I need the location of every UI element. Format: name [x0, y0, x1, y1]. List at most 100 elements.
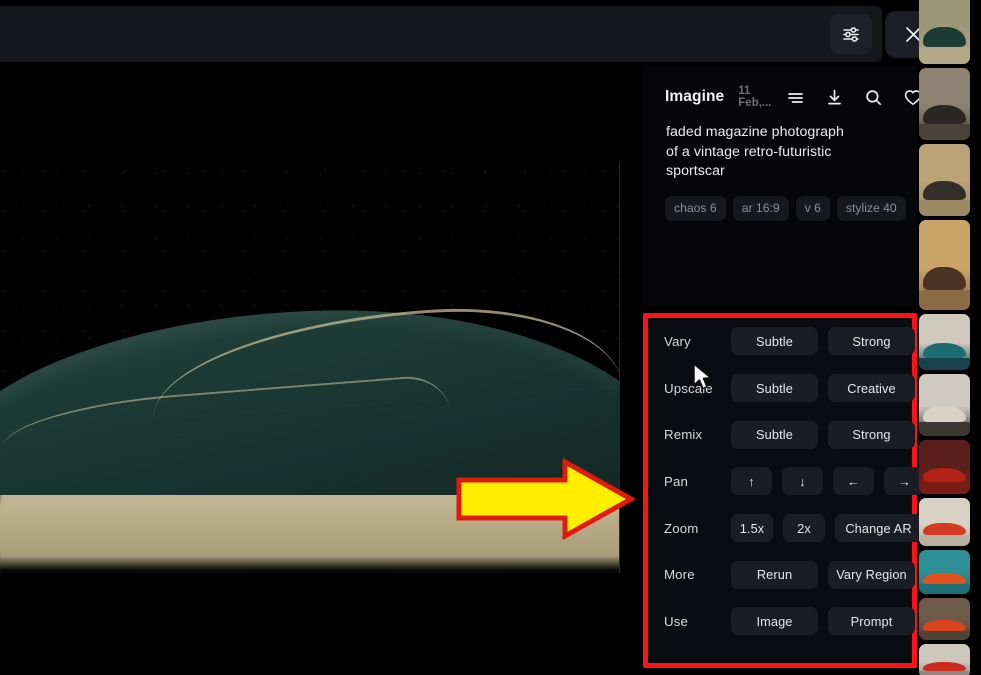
- action-button-group: 1.5x 2x Change AR: [731, 514, 922, 543]
- thumbnail-item[interactable]: [919, 598, 970, 640]
- thumbnail-ground: [919, 535, 970, 546]
- action-button-remix-subtle[interactable]: Subtle: [731, 420, 818, 449]
- parameter-tag[interactable]: v 6: [795, 195, 830, 221]
- parameter-tag[interactable]: chaos 6: [665, 195, 726, 221]
- action-row-pan: Pan ↑ ↓ ← →: [648, 458, 925, 505]
- thumbnail-image: [919, 498, 970, 546]
- thumbnail-car-shape: [923, 105, 966, 125]
- action-button-remix-strong[interactable]: Strong: [828, 420, 915, 449]
- thumbnail-item[interactable]: [919, 314, 970, 370]
- app-root: Imagine 11 Feb,... faded magazine photog…: [0, 0, 981, 675]
- thumbnail-ground: [919, 422, 970, 436]
- thumbnail-car-shape: [923, 661, 966, 671]
- thumbnail-item[interactable]: [919, 550, 970, 594]
- right-arrow-icon: [456, 457, 637, 541]
- thumbnail-car-shape: [923, 522, 966, 536]
- action-row-label: Use: [664, 613, 688, 629]
- thumbnail-image: [919, 598, 970, 640]
- info-header: Imagine 11 Feb,...: [643, 66, 921, 109]
- thumbnail-item[interactable]: [919, 220, 970, 310]
- thumbnail-image: [919, 550, 970, 594]
- thumbnail-image: [919, 314, 970, 370]
- action-button-group: Subtle Strong: [731, 420, 915, 449]
- arrow-annotation: [455, 457, 637, 541]
- action-row-zoom: Zoom 1.5x 2x Change AR: [648, 505, 922, 552]
- mouse-cursor: [692, 363, 714, 398]
- action-button-group: Image Prompt: [731, 607, 915, 636]
- thumbnail-ground: [919, 46, 970, 64]
- action-button-pan--[interactable]: ←: [833, 467, 874, 496]
- action-button-more-rerun[interactable]: Rerun: [731, 560, 818, 589]
- prompt-text: faded magazine photograph of a vintage r…: [666, 124, 844, 179]
- thumbnail-item[interactable]: [919, 0, 970, 64]
- cursor-arrow-icon: [693, 363, 712, 390]
- action-button-more-vary-region[interactable]: Vary Region: [828, 560, 915, 589]
- thumbnail-car-shape: [923, 26, 966, 47]
- thumbnail-item[interactable]: [919, 498, 970, 546]
- action-row-more: More Rerun Vary Region: [648, 551, 915, 598]
- action-row-label: Pan: [664, 473, 688, 489]
- image-info-panel: Imagine 11 Feb,... faded magazine photog…: [643, 66, 921, 306]
- action-button-pan--[interactable]: ↑: [731, 467, 772, 496]
- thumbnail-image: [919, 68, 970, 140]
- thumbnail-image: [919, 144, 970, 216]
- thumbnail-image: [919, 220, 970, 310]
- thumbnail-car-shape: [923, 406, 966, 423]
- thumbnail-car-shape: [923, 468, 966, 483]
- thumbnail-car-shape: [923, 619, 966, 631]
- thumbnail-ground: [919, 357, 970, 370]
- thumbnail-ground: [919, 482, 970, 494]
- download-icon[interactable]: [825, 88, 844, 107]
- app-title: Imagine: [665, 88, 725, 105]
- action-button-group: Subtle Strong: [731, 327, 915, 356]
- action-button-use-prompt[interactable]: Prompt: [828, 607, 915, 636]
- action-button-zoom-2x[interactable]: 2x: [783, 514, 825, 543]
- thumbnail-item[interactable]: [919, 68, 970, 140]
- action-button-group: ↑ ↓ ← →: [731, 467, 925, 496]
- sliders-icon: [843, 27, 859, 42]
- thumbnail-ground: [919, 124, 970, 140]
- action-button-zoom-change-ar[interactable]: Change AR: [835, 514, 922, 543]
- action-button-zoom-1.5x[interactable]: 1.5x: [731, 514, 773, 543]
- thumbnail-image: [919, 374, 970, 436]
- thumbnail-item[interactable]: [919, 144, 970, 216]
- thumbnail-ground: [919, 290, 970, 310]
- parameter-tag[interactable]: ar 16:9: [732, 195, 789, 221]
- action-button-group: Rerun Vary Region: [731, 560, 915, 589]
- action-button-vary-strong[interactable]: Strong: [828, 327, 915, 356]
- action-row-label: More: [664, 567, 695, 583]
- action-button-group: Subtle Creative: [731, 374, 915, 403]
- action-button-pan--[interactable]: ↓: [782, 467, 823, 496]
- action-button-vary-subtle[interactable]: Subtle: [731, 327, 818, 356]
- action-button-use-image[interactable]: Image: [731, 607, 818, 636]
- action-row-use: Use Image Prompt: [648, 598, 915, 645]
- action-row-label: Zoom: [664, 520, 699, 536]
- image-actions-panel: Vary Subtle Strong Upscale Subtle Creative Rem…: [643, 313, 925, 668]
- thumbnail-car-shape: [923, 572, 966, 585]
- prompt-parameter-tags: chaos 6 ar 16:9 v 6 stylize 40: [643, 182, 917, 221]
- action-row-remix: Remix Subtle Strong: [648, 411, 915, 458]
- thumbnail-image: [919, 440, 970, 494]
- action-button-upscale-subtle[interactable]: Subtle: [731, 374, 818, 403]
- settings-button[interactable]: [830, 14, 872, 54]
- search-icon[interactable]: [864, 88, 883, 107]
- action-row-vary: Vary Subtle Strong: [648, 318, 915, 365]
- thumbnail-ground: [919, 584, 970, 594]
- top-bar: [0, 6, 882, 62]
- thumbnail-item[interactable]: [919, 644, 970, 675]
- thumbnail-ground: [919, 200, 970, 216]
- thumbnail-image: [919, 0, 970, 64]
- parameter-tag[interactable]: stylize 40: [836, 195, 906, 221]
- action-row-upscale: Upscale Subtle Creative: [648, 365, 915, 412]
- action-button-upscale-creative[interactable]: Creative: [828, 374, 915, 403]
- list-lines-icon[interactable]: [786, 88, 805, 107]
- action-row-label: Vary: [664, 333, 691, 349]
- thumbnail-car-shape: [923, 266, 966, 291]
- image-date: 11 Feb,...: [738, 85, 772, 109]
- thumbnail-rail[interactable]: [919, 0, 970, 675]
- thumbnail-item[interactable]: [919, 374, 970, 436]
- thumbnail-item[interactable]: [919, 440, 970, 494]
- thumbnail-image: [919, 644, 970, 675]
- thumbnail-ground: [919, 670, 970, 675]
- thumbnail-car-shape: [923, 343, 966, 358]
